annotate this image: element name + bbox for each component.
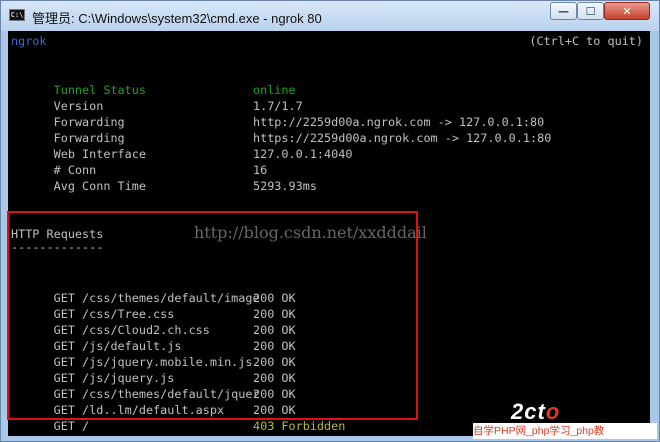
brand-logo-part: 2c xyxy=(511,399,538,424)
status-row: Forwarding https://2259d00a.ngrok.com -> … xyxy=(11,114,552,145)
requests-underline: ------------- xyxy=(11,240,104,254)
status-value: 5293.93ms xyxy=(253,179,317,193)
maximize-button[interactable]: ☐ xyxy=(577,2,604,20)
watermark-text: http://blog.csdn.net/xxdddail xyxy=(194,223,427,242)
request-status: 200 OK xyxy=(253,339,296,353)
site-brand: 2cto 自学PHP网_php学习_php教 xyxy=(473,399,657,439)
close-button[interactable]: ✕ xyxy=(604,2,650,20)
cmd-window: C:\ 管理员: C:\Windows\system32\cmd.exe - n… xyxy=(0,0,660,442)
status-row: Forwarding http://2259d00a.ngrok.com -> 1… xyxy=(11,98,545,129)
status-row: Tunnel Status online xyxy=(11,66,296,97)
request-status: 200 OK xyxy=(253,403,296,417)
brand-logo: 2cto xyxy=(511,399,560,425)
app-name: ngrok xyxy=(11,34,47,48)
minimize-button[interactable]: — xyxy=(550,2,577,20)
status-value: online xyxy=(253,83,296,97)
request-path: GET / xyxy=(53,419,90,433)
request-status: 403 Forbidden xyxy=(253,419,346,433)
window-title: 管理员: C:\Windows\system32\cmd.exe - ngrok… xyxy=(32,11,322,26)
request-status: 200 OK xyxy=(253,323,296,337)
brand-logo-part: o xyxy=(545,399,561,424)
cmd-icon[interactable]: C:\ xyxy=(9,9,25,21)
status-row: Version 1.7/1.7 xyxy=(11,82,303,113)
brand-logo-part: t xyxy=(537,399,546,424)
status-value: http://2259d00a.ngrok.com -> 127.0.0.1:8… xyxy=(253,115,545,129)
status-row: Avg Conn Time 5293.93ms xyxy=(11,162,317,193)
request-row: GET /js/default.js 200 OK xyxy=(11,322,296,353)
request-row: GET /js/jquery.js 200 OK xyxy=(11,354,296,385)
request-row: GET /css/themes/default/image 200 OK xyxy=(11,274,296,305)
status-value: https://2259d00a.ngrok.com -> 127.0.0.1:… xyxy=(253,131,552,145)
request-row: GET / 403 Forbidden xyxy=(11,402,346,433)
request-row: GET /ld..lm/default.aspx 200 OK xyxy=(11,386,296,417)
request-status: 200 OK xyxy=(253,307,296,321)
status-row: Web Interface 127.0.0.1:4040 xyxy=(11,130,353,161)
request-row: GET /css/Tree.css 200 OK xyxy=(11,290,296,321)
request-row: GET /css/Cloud2.ch.css 200 OK xyxy=(11,306,296,337)
request-row: GET /css/themes/default/jquer 200 OK xyxy=(11,370,296,401)
request-status: 200 OK xyxy=(253,355,296,369)
status-key: Avg Conn Time xyxy=(53,179,146,193)
request-status: 200 OK xyxy=(253,291,296,305)
status-value: 16 xyxy=(253,163,268,177)
status-value: 1.7/1.7 xyxy=(253,99,303,113)
title-bar[interactable]: C:\ 管理员: C:\Windows\system32\cmd.exe - n… xyxy=(1,1,659,31)
brand-caption: 自学PHP网_php学习_php教 xyxy=(473,423,657,439)
quit-hint: (Ctrl+C to quit) xyxy=(529,34,643,48)
request-row: GET /js/jquery.mobile.min.js 200 OK xyxy=(11,338,296,369)
status-row: # Conn 16 xyxy=(11,146,268,177)
request-status: 200 OK xyxy=(253,387,296,401)
status-value: 127.0.0.1:4040 xyxy=(253,147,353,161)
